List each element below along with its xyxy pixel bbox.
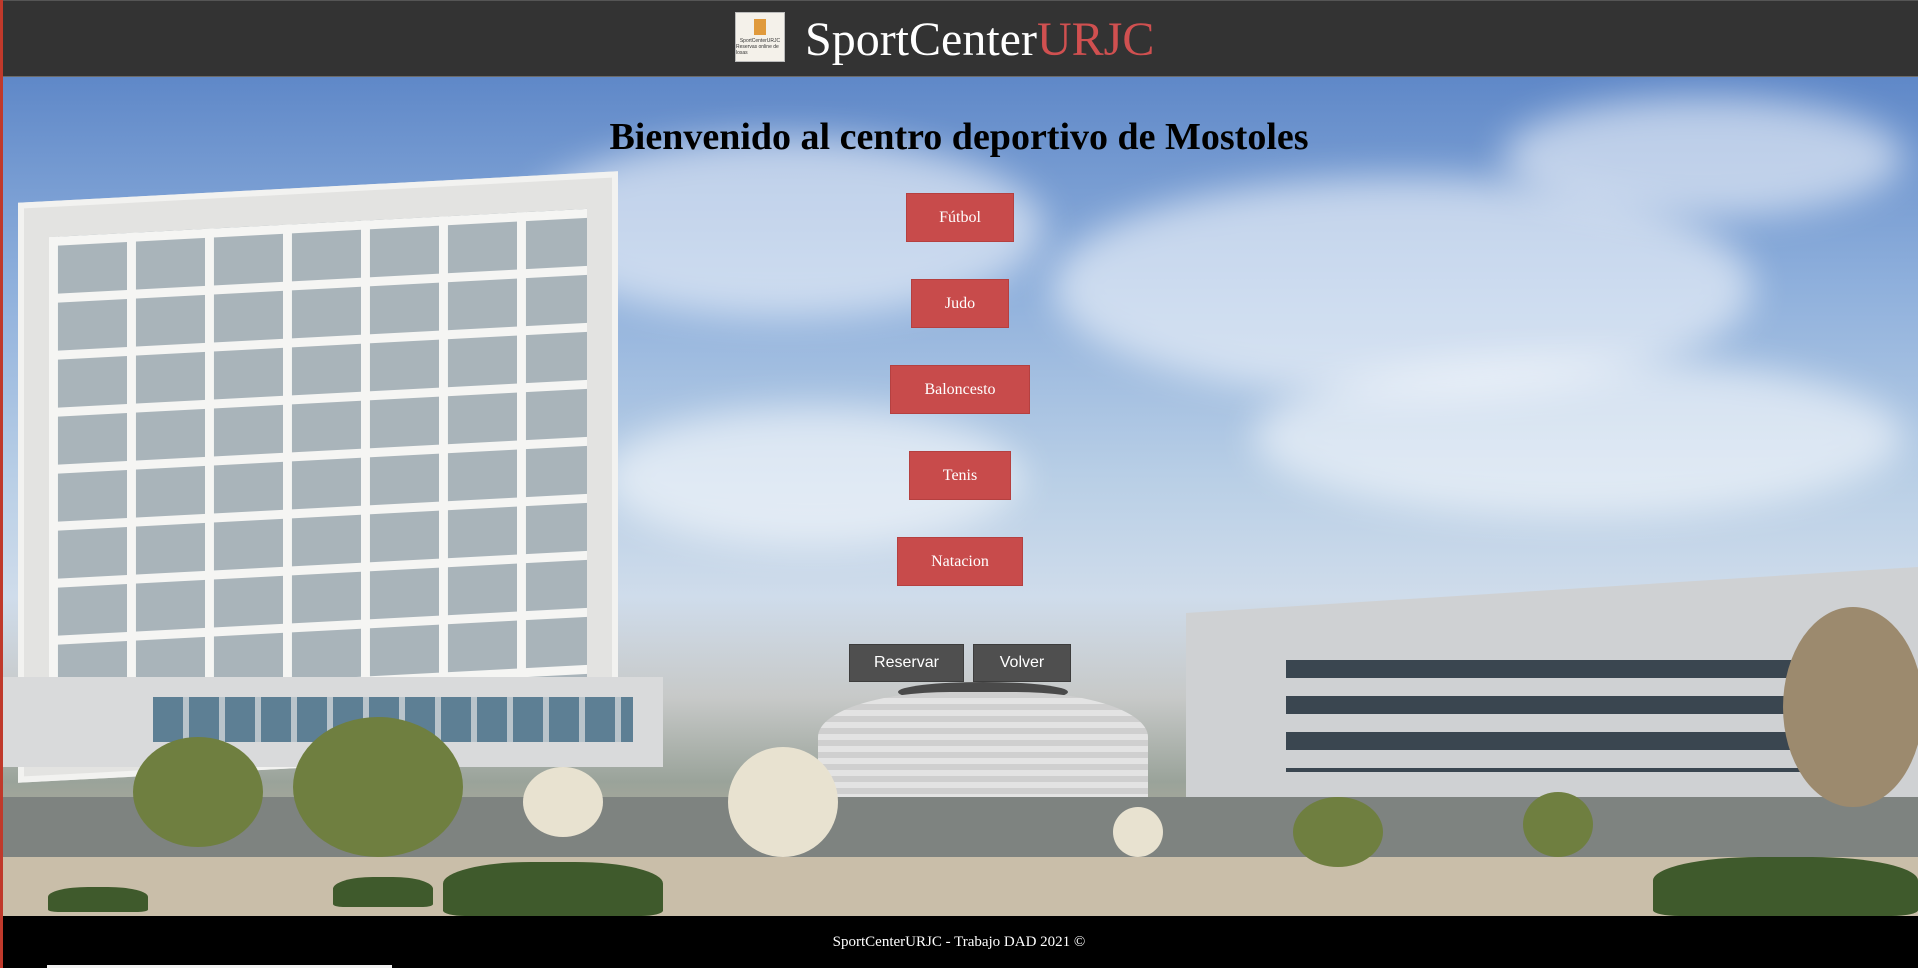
footer-text: SportCenterURJC - Trabajo DAD 2021 © — [832, 934, 1086, 950]
window-edge — [0, 0, 3, 968]
brand-main: SportCenter — [805, 13, 1037, 66]
logo-mark-icon — [754, 18, 766, 35]
reserve-button[interactable]: Reservar — [849, 644, 964, 682]
page-title: Bienvenido al centro deportivo de Mostol… — [609, 116, 1309, 158]
brand-title[interactable]: SportCenterURJC — [805, 13, 1154, 67]
sport-button-baloncesto[interactable]: Baloncesto — [890, 365, 1030, 414]
logo-subtext: Reservas online de losas — [736, 43, 779, 56]
site-logo[interactable]: SportCenterURJC Reservas online de losas — [735, 12, 785, 62]
page-footer: SportCenterURJC - Trabajo DAD 2021 © — [0, 916, 1918, 968]
sport-button-tenis[interactable]: Tenis — [909, 451, 1011, 500]
back-button[interactable]: Volver — [973, 644, 1071, 682]
top-navbar: SportCenterURJC Reservas online de losas… — [0, 0, 1918, 77]
brand-accent: URJC — [1036, 13, 1155, 66]
main-content: Bienvenido al centro deportivo de Mostol… — [0, 77, 1918, 916]
sport-button-judo[interactable]: Judo — [911, 279, 1009, 328]
sport-button-futbol[interactable]: Fútbol — [906, 193, 1014, 242]
sport-button-natacion[interactable]: Natacion — [897, 537, 1023, 586]
